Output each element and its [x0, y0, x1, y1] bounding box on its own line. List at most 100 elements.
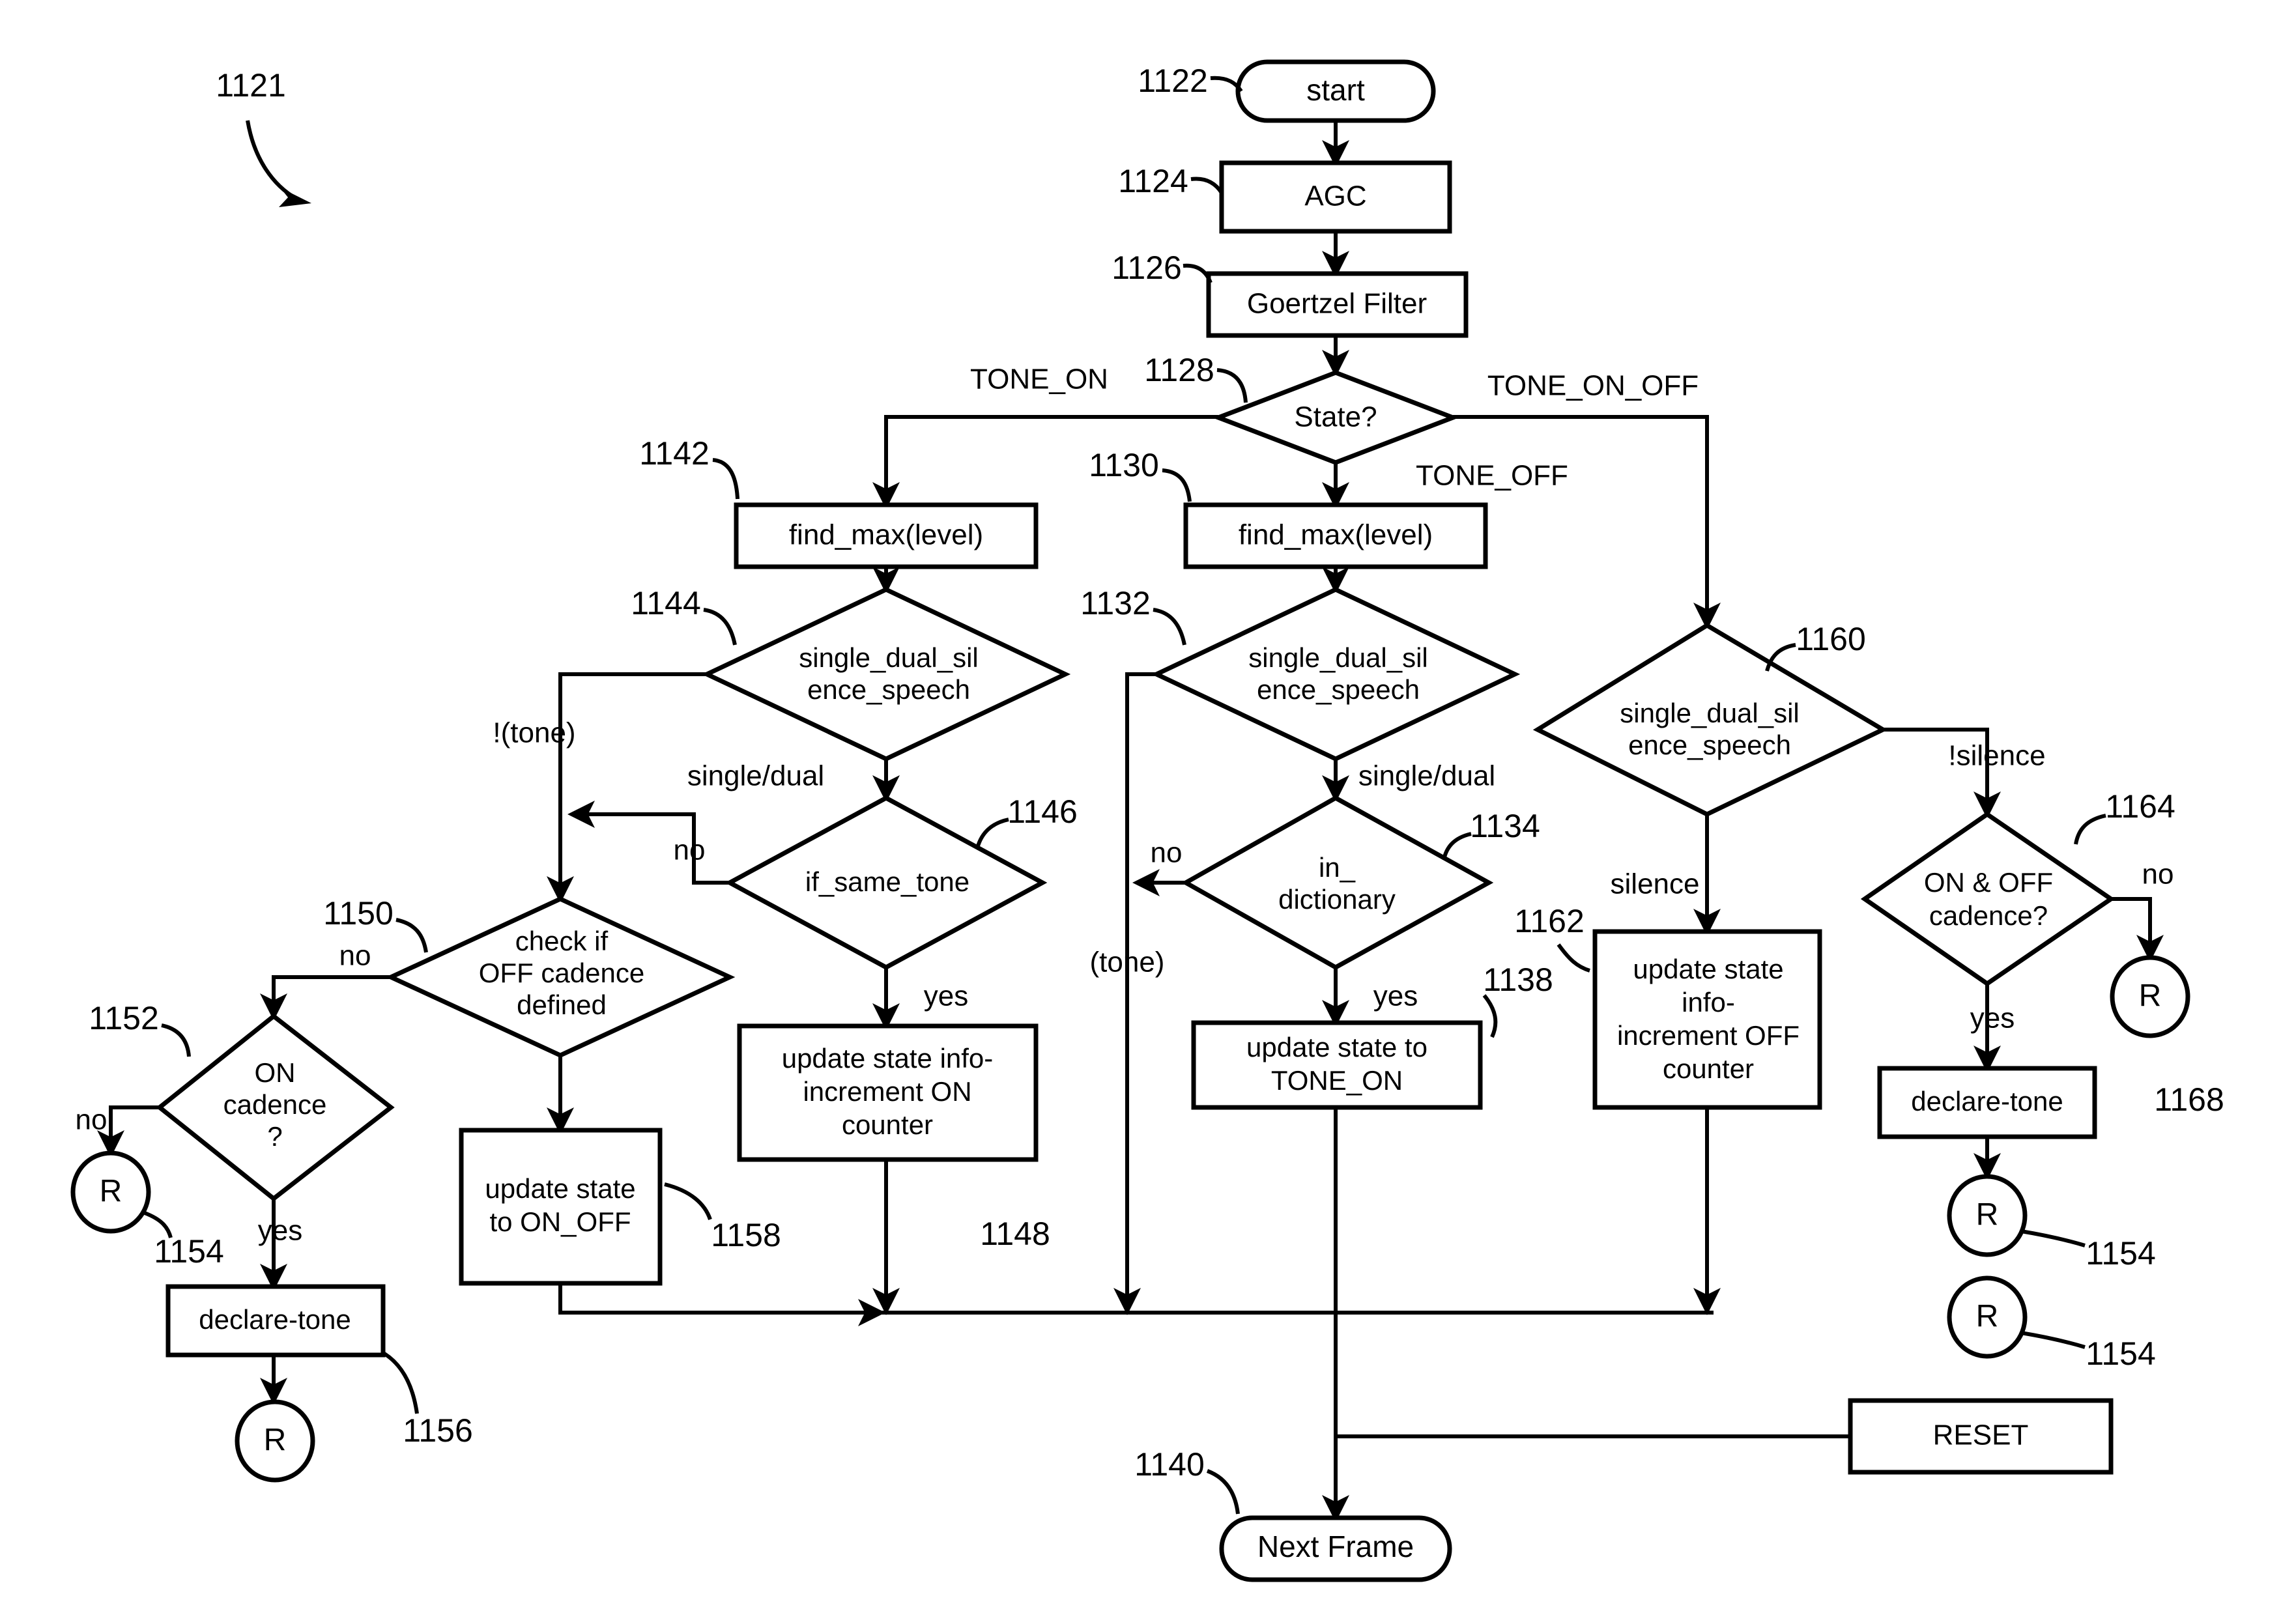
agc-label: AGC [1304, 180, 1366, 212]
ref-1124-leader [1190, 177, 1224, 194]
ref-1134: 1134 [1442, 808, 1540, 861]
node-return-r-on-off-no[interactable]: R [2110, 955, 2190, 1038]
node-declare-tone-right[interactable]: declare-tone [1877, 1066, 2097, 1139]
edge-label-silence: silence [1611, 868, 1700, 900]
ref-1164-label: 1164 [2105, 788, 2175, 825]
sds-mid-label-line2: ence_speech [1257, 674, 1420, 705]
ref-1142-leader [712, 458, 739, 500]
update-on-counter-line3: counter [842, 1109, 933, 1140]
node-return-r-on-cadence[interactable]: R [70, 1150, 151, 1234]
ref-1138-leader [1482, 994, 1498, 1038]
node-state-decision[interactable]: State? [1212, 370, 1459, 465]
ref-1130: 1130 [1089, 447, 1192, 502]
node-return-r-declare-right[interactable]: R [1947, 1174, 2028, 1257]
ref-1162-leader [1557, 943, 1590, 973]
ref-1154-left-label: 1154 [154, 1233, 224, 1270]
edge-label-tone-on-off: TONE_ON_OFF [1487, 370, 1699, 402]
edge-label-yes-if-same-tone: yes [924, 980, 968, 1012]
node-on-cadence-decision[interactable]: ON cadence ? [156, 1013, 395, 1202]
next-frame-label: Next Frame [1257, 1530, 1414, 1563]
update-on-counter-line2: increment ON [803, 1076, 971, 1107]
node-on-off-cadence-decision[interactable]: ON & OFF cadence? [1860, 811, 2116, 987]
node-next-frame[interactable]: Next Frame [1219, 1515, 1452, 1582]
node-goertzel-filter[interactable]: Goertzel Filter [1206, 271, 1469, 338]
ref-1124-label: 1124 [1118, 163, 1188, 199]
conn-sdsmid-tone-to-bus [1113, 672, 1156, 1315]
figure-ref-label: 1121 [216, 67, 286, 104]
ref-1140-label: 1140 [1134, 1446, 1205, 1483]
ref-1130-label: 1130 [1089, 447, 1159, 483]
node-single-dual-silence-speech-left[interactable]: single_dual_sil ence_speech [701, 587, 1071, 762]
ref-1146: 1146 [975, 793, 1078, 849]
ref-1164: 1164 [2074, 788, 2175, 845]
sds-mid-label-line1: single_dual_sil [1248, 642, 1428, 673]
on-off-cadence-diamond-shape [1860, 811, 2116, 987]
edge-label-yes-on-cadence: yes [258, 1215, 302, 1247]
node-in-dictionary[interactable]: in_ dictionary [1181, 795, 1494, 971]
node-check-off-cadence-defined[interactable]: check if OFF cadence defined [385, 896, 736, 1058]
ref-1154-reset-leader [2020, 1331, 2086, 1349]
node-update-off-counter[interactable]: update state info- increment OFF counter [1592, 929, 1822, 1110]
node-declare-tone-left[interactable]: declare-tone [165, 1284, 386, 1358]
node-find-max-mid[interactable]: find_max(level) [1183, 502, 1488, 569]
ref-1148-label: 1148 [980, 1216, 1050, 1252]
check-off-label-line3: defined [517, 990, 607, 1020]
flowchart-canvas: 1121 start 1122 AGC 1124 Goertzel Filter… [70, 59, 2224, 1582]
ref-1122-label: 1122 [1138, 63, 1208, 99]
on-off-cadence-line2: cadence? [1929, 900, 2048, 931]
connectors [97, 121, 2164, 1522]
r-label-reset: R [1976, 1300, 1999, 1334]
node-return-r-reset[interactable]: R [1947, 1275, 2028, 1359]
on-off-cadence-line1: ON & OFF [1924, 867, 2053, 898]
find-max-mid-label: find_max(level) [1239, 519, 1433, 551]
node-single-dual-silence-speech-mid[interactable]: single_dual_sil ence_speech [1151, 587, 1521, 762]
conn-state-tone-on-off [1453, 415, 1721, 630]
ref-1138-label: 1138 [1483, 961, 1553, 998]
edge-label-no-in-dictionary: no [1151, 837, 1183, 869]
node-return-r-declare-left[interactable]: R [235, 1399, 315, 1483]
ref-1162: 1162 [1514, 903, 1590, 973]
ref-1122: 1122 [1138, 63, 1243, 99]
ref-1168-label: 1168 [2154, 1081, 2224, 1118]
ref-1128: 1128 [1144, 352, 1248, 403]
edge-label-tone-off: TONE_OFF [1416, 460, 1568, 492]
node-agc[interactable]: AGC [1219, 160, 1452, 234]
edge-label-not-tone: !(tone) [493, 717, 575, 749]
ref-1154-declare-right-label: 1154 [2086, 1235, 2156, 1272]
node-start[interactable]: start [1235, 59, 1436, 123]
ref-1158-label: 1158 [711, 1217, 781, 1253]
conn-updonoff-to-bus [558, 1283, 885, 1326]
edge-label-tone-on: TONE_ON [970, 363, 1108, 395]
node-reset[interactable]: RESET [1848, 1398, 2114, 1475]
on-cadence-label-line1: ON [255, 1057, 296, 1088]
ref-1130-leader [1162, 468, 1192, 502]
edge-label-no-on-off-cadence: no [2142, 859, 2174, 890]
sds-right-label-line2: ence_speech [1628, 730, 1791, 760]
conn-checkoff-no [260, 975, 391, 1021]
ref-1128-label: 1128 [1144, 352, 1214, 388]
goertzel-label: Goertzel Filter [1247, 288, 1427, 320]
update-off-counter-line1: update state [1633, 954, 1783, 984]
update-on-counter-line1: update state info- [782, 1043, 994, 1074]
ref-1160: 1160 [1765, 621, 1866, 672]
if-same-tone-label: if_same_tone [805, 866, 969, 897]
ref-1134-label: 1134 [1470, 808, 1540, 844]
ref-1146-label: 1146 [1007, 793, 1078, 830]
on-cadence-label-line3: ? [267, 1121, 282, 1152]
figure-reference-1121: 1121 [216, 67, 311, 207]
node-update-on-counter[interactable]: update state info- increment ON counter [737, 1023, 1039, 1162]
state-label: State? [1294, 401, 1377, 433]
edge-label-single-dual-mid: single/dual [1358, 760, 1495, 792]
on-cadence-label-line2: cadence [223, 1089, 327, 1120]
ref-1152-leader [161, 1023, 191, 1057]
edge-label-tone-paren: (tone) [1090, 947, 1165, 978]
node-find-max-left[interactable]: find_max(level) [734, 502, 1039, 569]
sds-right-label-line1: single_dual_sil [1620, 698, 1800, 728]
edge-label-yes-in-dictionary: yes [1373, 980, 1418, 1012]
ref-1154-reset: 1154 [2020, 1331, 2156, 1372]
conn-state-tone-on [872, 415, 1218, 509]
node-update-state-tone-on[interactable]: update state to TONE_ON [1191, 1020, 1483, 1110]
ref-1158-leader [664, 1182, 712, 1221]
node-update-state-on-off[interactable]: update state to ON_OFF [459, 1128, 663, 1286]
ref-1132-leader [1153, 608, 1186, 646]
